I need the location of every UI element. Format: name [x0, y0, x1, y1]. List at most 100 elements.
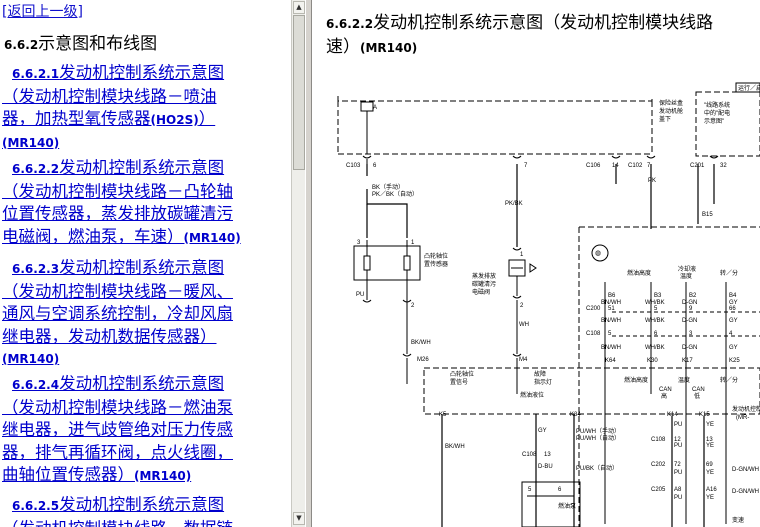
fuse-box-label: 保险丝盒 发动机舱 盖下 — [659, 99, 683, 123]
toc-scrollbar[interactable]: ▲ ▼ — [291, 0, 305, 527]
svg-text:BK（手动）: BK（手动） — [372, 183, 404, 191]
connector-k15: K15 — [699, 412, 710, 418]
svg-text:温度: 温度 — [680, 272, 692, 280]
gauge-wire-top: BN/WH WH/BK D-GN GY — [601, 300, 738, 306]
svg-text:K30: K30 — [647, 358, 658, 364]
cam-sensor-pins: 3 1 2 — [357, 240, 415, 309]
connector-m4: M4 — [519, 357, 528, 363]
svg-text:示意图": 示意图" — [704, 117, 724, 125]
fuel-pump-label: 燃油泵 — [558, 502, 576, 510]
ecm-bottom-labels: 燃油高度 温度 转／分 — [624, 376, 738, 384]
svg-text:PU/WH（自动）: PU/WH（自动） — [576, 434, 620, 442]
svg-text:9: 9 — [689, 306, 693, 312]
pin-label: 1 — [520, 252, 524, 258]
svg-text:发动机控制: 发动机控制 — [732, 405, 760, 413]
wire-label-d-bu: D-BU — [538, 464, 553, 470]
svg-text:盖下: 盖下 — [659, 115, 671, 123]
svg-text:51: 51 — [608, 306, 615, 312]
gauge-wire-mid: BN/WH WH/BK D-GN GY — [601, 318, 738, 324]
svg-text:凸轮轴位: 凸轮轴位 — [424, 252, 448, 260]
toc-link-6-6-2-2[interactable]: 6.6.2.2发动机控制系统示意图 （发动机控制模块线路－凸轮轴 位置传感器，蒸… — [2, 157, 286, 249]
wire-label-bk: BK（手动） PK／BK（自动） — [372, 183, 418, 198]
wire-label-wh: WH — [519, 322, 529, 328]
connector-c108-top: C108 — [586, 331, 601, 337]
svg-text:凸轮轴位: 凸轮轴位 — [450, 370, 474, 378]
toc-link-6-6-2-5[interactable]: 6.6.2.5发动机控制系统示意图 （发动机控制模块线路－数据链 — [2, 494, 286, 527]
connector-m26: M26 — [417, 357, 429, 363]
svg-text:2: 2 — [411, 303, 415, 309]
svg-text:转／分: 转／分 — [720, 269, 738, 277]
connector-c200: C200 — [586, 306, 601, 312]
svg-text:WH/BK: WH/BK — [645, 318, 665, 324]
wire-label-pk: PK — [648, 178, 656, 184]
gauge-wire-bottom: BN/WH WH/BK D-GN GY — [601, 345, 738, 351]
gauge-pin-nums: 51 5 9 66 — [608, 306, 736, 312]
connector-c202: C202 — [651, 462, 666, 468]
cam-sensor-label: 凸轮轴位 置传感器 — [424, 252, 448, 268]
wire-label-bk-wh-2: BK/WH — [445, 444, 465, 450]
svg-text:WH/BK: WH/BK — [645, 345, 665, 351]
svg-text:B6: B6 — [608, 293, 616, 299]
wire-label-bk-wh: BK/WH — [411, 340, 431, 346]
scroll-thumb[interactable] — [293, 15, 305, 170]
section-heading: 6.6.2示意图和布线图 — [4, 29, 157, 54]
pin-label: 7 — [524, 163, 528, 169]
svg-text:BN/WH: BN/WH — [601, 318, 621, 324]
diagram-title: 6.6.2.2发动机控制系统示意图（发动机控制模块线路 速）(MR140) — [326, 13, 714, 57]
pin-label: 13 — [706, 437, 713, 443]
wire-label: YE — [706, 470, 714, 476]
svg-text:故障: 故障 — [534, 370, 546, 378]
toc-link-6-6-2-3[interactable]: 6.6.2.3发动机控制系统示意图 （发动机控制模块线路－暖风、 通风与空调系统… — [2, 257, 286, 371]
svg-text:CAN: CAN — [692, 387, 705, 393]
back-link[interactable]: [返回上一级] — [2, 1, 83, 21]
svg-text:低: 低 — [694, 392, 700, 400]
wire-label-pu: PU — [356, 292, 364, 298]
gauge-k-pins: K64 K30 K17 K25 — [605, 358, 740, 364]
svg-text:碳罐清污: 碳罐清污 — [472, 280, 496, 288]
scroll-up-arrow-icon[interactable]: ▲ — [293, 1, 305, 14]
svg-text:冷却液: 冷却液 — [678, 265, 696, 273]
toc-link-6-6-2-4[interactable]: 6.6.2.4发动机控制系统示意图 （发动机控制模块线路－燃油泵 继电器，进气歧… — [2, 373, 286, 488]
svg-text:中的"配电: 中的"配电 — [704, 109, 730, 117]
svg-text:转／分: 转／分 — [720, 376, 738, 384]
pin-label: A8 — [674, 487, 682, 493]
ecm-label: 发动机控制 (MR- — [732, 405, 760, 421]
svg-text:(MR-: (MR- — [736, 415, 749, 421]
pin-label: 6 — [558, 487, 562, 493]
evap-solenoid-label: 蒸发排放 碳罐清污 电磁阀 — [472, 272, 496, 296]
wire-label-pu-wh: PU/WH（手动） PU/WH（自动） — [576, 427, 620, 442]
scroll-down-arrow-icon[interactable]: ▼ — [293, 512, 305, 525]
svg-text:CAN: CAN — [659, 387, 672, 393]
toc-link-6-6-2-1[interactable]: 6.6.2.1发动机控制系统示意图 （发动机控制模块线路－喷油 器，加热型氧传感… — [2, 62, 286, 154]
svg-text:B3: B3 — [654, 293, 662, 299]
pin-label: 5 — [528, 487, 532, 493]
gauge-pin-ids: B6 B3 B2 B4 — [608, 293, 737, 299]
svg-text:5: 5 — [608, 331, 612, 337]
connector-c205: C205 — [651, 487, 666, 493]
fuse-symbol-label: A — [373, 105, 377, 111]
can-labels: CAN 高 CAN 低 — [659, 387, 705, 400]
connector-k34: K34 — [570, 412, 581, 418]
svg-text:YE: YE — [706, 422, 714, 428]
connector-b15: B15 — [702, 212, 713, 218]
svg-text:K17: K17 — [682, 358, 693, 364]
pane-splitter[interactable] — [305, 0, 312, 527]
svg-text:保险丝盒: 保险丝盒 — [659, 99, 683, 107]
svg-text:电磁阀: 电磁阀 — [472, 288, 490, 296]
wire-label-pk-bk: PK/BK — [505, 201, 523, 207]
wire-label-dgn-wh: D-GN/WH — [732, 467, 759, 473]
svg-text:1: 1 — [411, 240, 415, 246]
wire-label: YE — [706, 495, 714, 501]
svg-text:高: 高 — [661, 392, 667, 400]
wire-label: PU — [674, 495, 682, 501]
pin-label: 6 — [373, 163, 377, 169]
cam-signal-label: 凸轮轴位 置信号 — [450, 370, 474, 386]
toc-pane: [返回上一级] 6.6.2示意图和布线图 6.6.2.1发动机控制系统示意图 （… — [0, 0, 291, 527]
connector-c108-fuel: C108 — [522, 452, 537, 458]
content-pane: 6.6.2.2发动机控制系统示意图（发动机控制模块线路 速）(MR140) A … — [312, 0, 760, 527]
svg-text:3: 3 — [357, 240, 361, 246]
wire-label-dgn-wh-2: D-GN/WH — [732, 489, 759, 495]
svg-text:D-GN: D-GN — [682, 318, 697, 324]
section-number: 6.6.2 — [4, 38, 39, 52]
svg-text:燃油高度: 燃油高度 — [624, 376, 648, 384]
